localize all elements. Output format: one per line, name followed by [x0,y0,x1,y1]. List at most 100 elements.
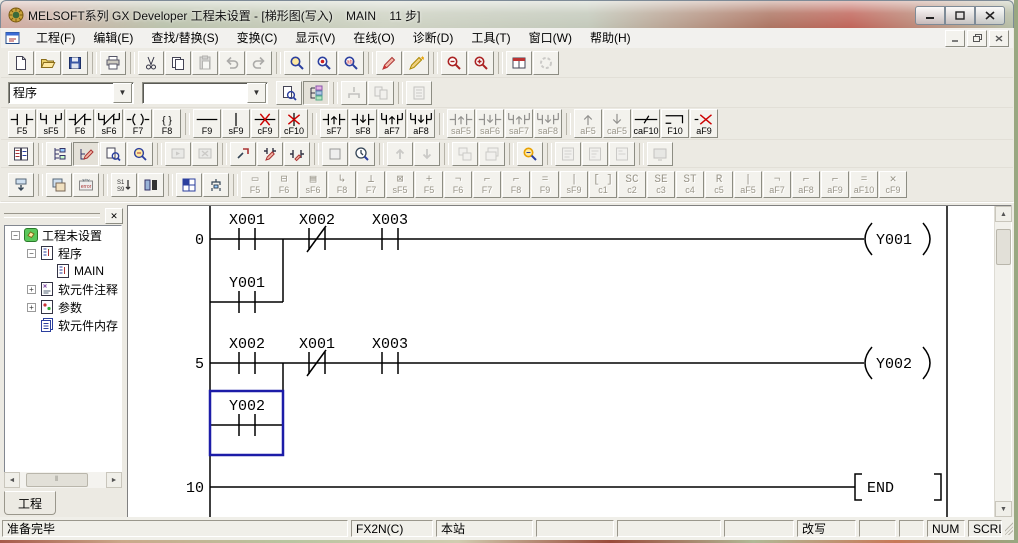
sfc-sfc-tree-button[interactable] [203,173,229,197]
menu-item-5[interactable]: 显示(V) [286,28,344,48]
std-find-device-button[interactable] [311,51,337,75]
ladder-symbol-sF7-button[interactable]: sF7 [320,109,348,138]
tree-item-工程未设置[interactable]: −工程未设置 [5,226,121,244]
mdi-restore-button[interactable] [967,30,987,47]
scroll-up-arrow[interactable]: ▲ [995,206,1012,222]
ladder-symbol-F5-button[interactable]: F5 [8,109,36,138]
ladder-symbol-F10-button[interactable]: F10 [661,109,689,138]
scroll-left-arrow[interactable]: ◄ [4,472,20,488]
tree-expander-minus-icon[interactable]: − [11,231,20,240]
tool-program-window-button[interactable] [322,142,348,166]
tool-device-test-button[interactable] [230,142,256,166]
sfc-symbol-F8-button: ⌐F8 [502,171,530,198]
ladder-symbol-sF6-button[interactable]: sF6 [95,109,123,138]
ladder-symbol-aF7-button[interactable]: aF7 [378,109,406,138]
tool-monitor-mode-button[interactable] [127,142,153,166]
ladder-symbol-cF9-button[interactable]: cF9 [251,109,279,138]
restore-button[interactable] [945,6,975,25]
std-new-file-button[interactable] [8,51,34,75]
sfc-copy-program-button[interactable] [46,173,72,197]
ladder-symbol-aF8-button[interactable]: aF8 [407,109,435,138]
std-find-string-button[interactable]: ab [338,51,364,75]
std-copy-button[interactable] [165,51,191,75]
menu-item-7[interactable]: 诊断(D) [404,28,463,48]
menu-item-4[interactable]: 变换(C) [228,28,287,48]
std-insert-edit-button[interactable]: ★ [403,51,429,75]
tree-item-label: 软元件注释 [58,281,118,298]
mdi-minimize-button[interactable] [945,30,965,47]
tool-monitor-start-button [165,142,191,166]
std-zoom-in-button[interactable] [468,51,494,75]
data-display-macro-button[interactable] [276,81,302,105]
ladder-canvas[interactable]: 0X001X002X003Y001Y0015X002X001X003Y002Y0… [128,206,996,520]
tree-expander-plus-icon[interactable]: + [27,303,36,312]
ladder-symbol-caF10-button[interactable]: caF10 [632,109,660,138]
sfc-program-batch-button[interactable] [8,173,34,197]
std-zoom-out-button[interactable] [441,51,467,75]
tool-write-mode-button[interactable] [73,142,99,166]
scroll-right-arrow[interactable]: ► [106,472,122,488]
tree-item-参数[interactable]: +参数 [5,298,121,316]
data-ladder-tree-button[interactable] [303,81,329,105]
std-cut-button[interactable] [138,51,164,75]
close-button[interactable] [975,6,1005,25]
tool-ladder-list-toggle-button[interactable] [8,142,34,166]
std-write-edit-button[interactable] [376,51,402,75]
tree-hscroll-thumb[interactable]: ⦀ [26,473,88,487]
menu-item-9[interactable]: 窗口(W) [520,28,581,48]
ladder-symbol-F8-button[interactable]: { }F8 [153,109,181,138]
tool-find-contact-button[interactable] [517,142,543,166]
ladder-symbol-cF10-button[interactable]: cF10 [280,109,308,138]
std-open-project-button[interactable] [35,51,61,75]
resize-grip[interactable] [1005,522,1013,535]
tree-expander-plus-icon[interactable]: + [27,285,36,294]
tool-clock-monitor-button[interactable] [349,142,375,166]
error-check-icon: errors+v [78,177,94,193]
menu-item-8[interactable]: 工具(T) [462,28,519,48]
window-tile-icon [457,146,473,162]
svg-text:X002: X002 [229,336,265,353]
tree-item-程序[interactable]: −程序 [5,244,121,262]
ladder-symbol-F9-button[interactable]: F9 [193,109,221,138]
tree-expander-minus-icon[interactable]: − [27,249,36,258]
ladder-diagram[interactable]: 0X001X002X003Y001Y0015X002X001X003Y002Y0… [128,206,996,517]
ladder-symbol-sF8-button[interactable]: sF8 [349,109,377,138]
std-print-button[interactable] [100,51,126,75]
tool-project-data-list-button[interactable] [46,142,72,166]
sfc-sort-step-button[interactable]: S1S9 [111,173,137,197]
svg-text:Y002: Y002 [876,356,912,373]
tool-ladder-edit-button[interactable] [257,142,283,166]
project-tab[interactable]: 工程 [4,491,56,515]
tree-item-软元件内存[interactable]: 软元件内存 [5,316,121,334]
data-name-select[interactable]: ▼ [142,82,268,104]
menu-item-2[interactable]: 编辑(E) [84,28,142,48]
branch-symbol-icon [663,112,687,127]
minimize-button[interactable] [915,6,945,25]
panel-close-button[interactable]: ✕ [105,208,123,224]
ladder-symbol-F7-button[interactable]: F7 [124,109,152,138]
menu-item-1[interactable]: 工程(F) [27,28,84,48]
std-project-window-button[interactable] [506,51,532,75]
menu-item-3[interactable]: 查找/替换(S) [142,28,227,48]
monitor-stop-icon [197,146,213,162]
panel-grip[interactable] [4,213,100,218]
std-save-project-button[interactable] [62,51,88,75]
ladder-symbol-sF9-button[interactable]: sF9 [222,109,250,138]
scroll-down-arrow[interactable]: ▼ [995,501,1012,517]
program-type-select[interactable]: 程序 ▼ [8,82,134,104]
sfc-block-parameter-button[interactable] [138,173,164,197]
ladder-symbol-F6-button[interactable]: F6 [66,109,94,138]
sfc-block-list-button[interactable] [176,173,202,197]
editor-vscroll-thumb[interactable] [996,229,1011,265]
mdi-close-button[interactable] [989,30,1009,47]
tool-device-edit-button[interactable] [284,142,310,166]
sfc-error-check-button[interactable]: errors+v [73,173,99,197]
std-find-button[interactable] [284,51,310,75]
menu-item-6[interactable]: 在线(O) [344,28,403,48]
tree-item-MAIN[interactable]: MAIN [5,262,121,280]
ladder-symbol-aF9-button[interactable]: aF9 [690,109,718,138]
tool-read-mode-button[interactable] [100,142,126,166]
ladder-symbol-sF5-button[interactable]: sF5 [37,109,65,138]
tree-item-软元件注释[interactable]: + 软元件注释 [5,280,121,298]
menu-item-10[interactable]: 帮助(H) [581,28,640,48]
